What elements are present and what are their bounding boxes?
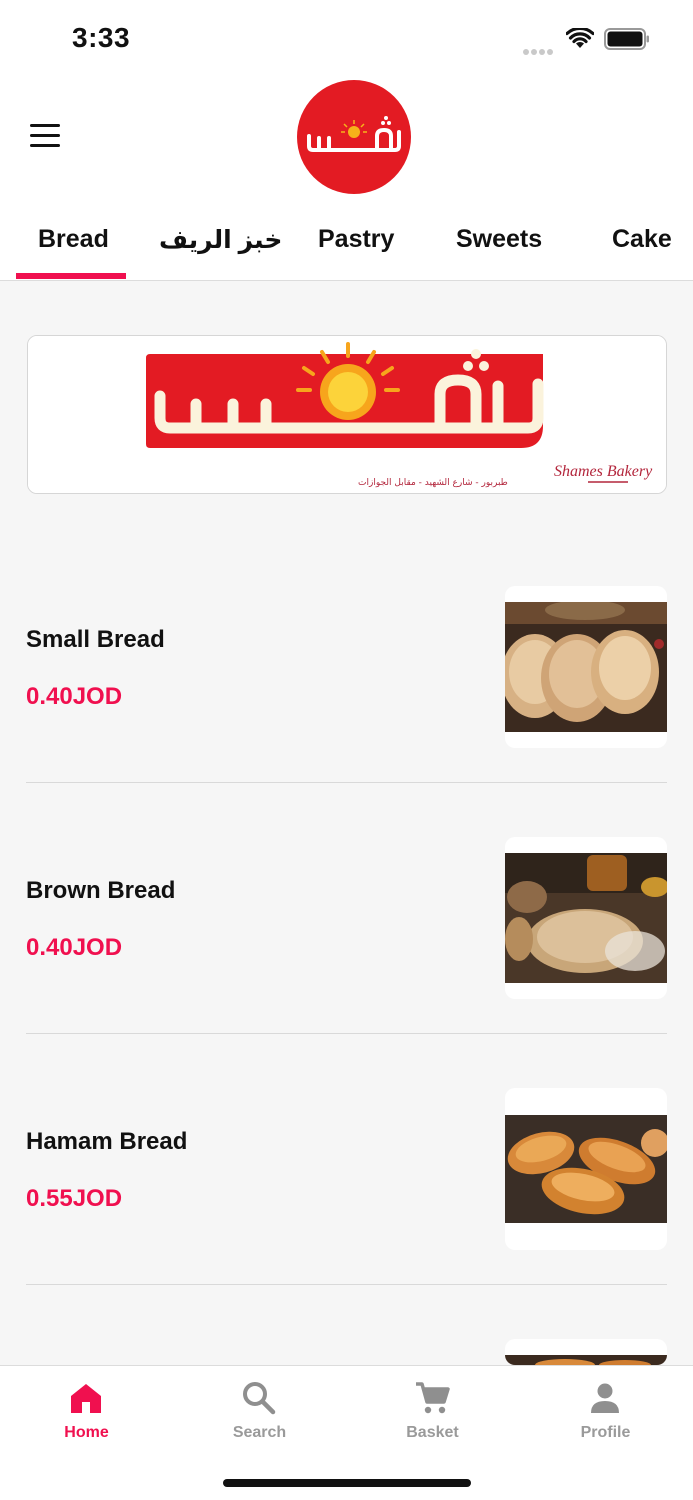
home-icon	[71, 1384, 101, 1413]
tab-pastry[interactable]: Pastry	[318, 225, 394, 254]
nav-basket[interactable]: Basket	[346, 1366, 519, 1456]
shams-logo	[297, 80, 411, 194]
product-image[interactable]	[505, 1088, 667, 1250]
nav-search[interactable]: Search	[173, 1366, 346, 1456]
hamburger-menu-icon[interactable]	[30, 124, 60, 148]
product-item[interactable]: Hamam Bread 0.55JOD	[0, 1088, 693, 1339]
product-name: Hamam Bread	[26, 1128, 188, 1155]
product-divider	[26, 782, 667, 783]
product-item[interactable]	[0, 1339, 693, 1365]
product-price: 0.55JOD	[26, 1185, 123, 1212]
nav-search-label: Search	[232, 1424, 287, 1441]
product-price: 0.40JOD	[26, 683, 123, 710]
category-tabs: Bread خبز الريف Pastry Sweets Cake	[0, 203, 693, 281]
nav-profile-label: Profile	[580, 1424, 631, 1441]
product-name: Small Bread	[26, 626, 165, 653]
cellular-signal-icon	[523, 42, 555, 60]
nav-home[interactable]: Home	[0, 1366, 173, 1456]
home-indicator	[223, 1479, 471, 1487]
bakery-banner: Shames Bakery طبربور - شارع الشهيد - مقا…	[27, 335, 667, 494]
status-time: 3:33	[72, 22, 131, 53]
product-image[interactable]	[505, 837, 667, 999]
search-icon	[243, 1382, 276, 1415]
product-image[interactable]	[505, 586, 667, 748]
product-divider	[26, 1033, 667, 1034]
banner-address: طبربور - شارع الشهيد - مقابل الجوازات	[358, 478, 508, 488]
nav-home-label: Home	[64, 1424, 109, 1441]
product-divider	[26, 1284, 667, 1285]
product-image[interactable]	[505, 1339, 667, 1365]
tab-sweets[interactable]: Sweets	[456, 225, 542, 254]
app-header	[0, 78, 693, 203]
nav-profile[interactable]: Profile	[519, 1366, 692, 1456]
banner-brand-script: Shames Bakery	[554, 463, 653, 480]
product-item[interactable]: Brown Bread 0.40JOD	[0, 837, 693, 1088]
bottom-navigation: Home Search Basket Profile	[0, 1365, 693, 1500]
status-bar: 3:33	[0, 0, 693, 78]
battery-icon	[604, 28, 649, 50]
tab-cake[interactable]: Cake	[612, 225, 672, 254]
product-item[interactable]: Small Bread 0.40JOD	[0, 586, 693, 837]
wifi-icon	[566, 28, 594, 48]
active-tab-indicator	[16, 273, 126, 279]
nav-basket-label: Basket	[406, 1424, 459, 1441]
profile-icon	[591, 1383, 619, 1413]
tab-bread[interactable]: Bread	[38, 225, 109, 254]
tab-khubz-alreef[interactable]: خبز الريف	[159, 225, 282, 255]
product-price: 0.40JOD	[26, 934, 123, 961]
cart-icon	[416, 1382, 450, 1414]
product-name: Brown Bread	[26, 877, 176, 904]
